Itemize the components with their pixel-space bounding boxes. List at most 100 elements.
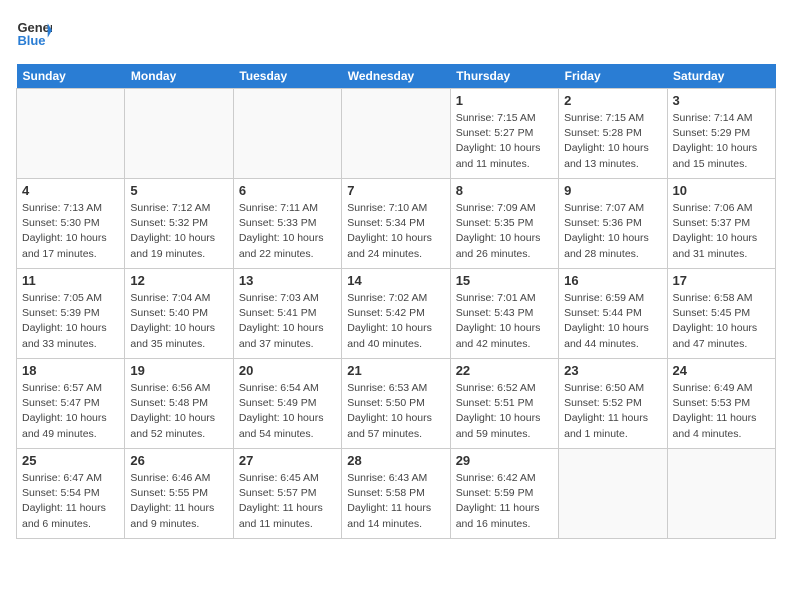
day-number: 23 [564, 363, 661, 378]
day-number: 12 [130, 273, 227, 288]
calendar-cell: 5Sunrise: 7:12 AMSunset: 5:32 PMDaylight… [125, 179, 233, 269]
week-row-1: 1Sunrise: 7:15 AMSunset: 5:27 PMDaylight… [17, 89, 776, 179]
days-of-week-row: SundayMondayTuesdayWednesdayThursdayFrid… [17, 64, 776, 89]
day-info: Sunrise: 7:10 AMSunset: 5:34 PMDaylight:… [347, 201, 444, 262]
day-info: Sunrise: 7:01 AMSunset: 5:43 PMDaylight:… [456, 291, 553, 352]
calendar-cell: 24 Sunrise: 6:49 AMSunset: 5:53 PMDayligh… [667, 359, 775, 449]
day-info: Sunrise: 6:52 AMSunset: 5:51 PMDaylight:… [456, 381, 553, 442]
day-info: Sunrise: 6:56 AMSunset: 5:48 PMDaylight:… [130, 381, 227, 442]
calendar-cell [17, 89, 125, 179]
calendar-cell: 7Sunrise: 7:10 AMSunset: 5:34 PMDaylight… [342, 179, 450, 269]
svg-text:Blue: Blue [17, 33, 45, 48]
day-info: Sunrise: 6:54 AMSunset: 5:49 PMDaylight:… [239, 381, 336, 442]
day-number: 11 [22, 273, 119, 288]
calendar-cell: 13Sunrise: 7:03 AMSunset: 5:41 PMDayligh… [233, 269, 341, 359]
logo: General Blue [16, 16, 52, 52]
calendar-cell: 18 Sunrise: 6:57 AMSunset: 5:47 PMDayligh… [17, 359, 125, 449]
day-info: Sunrise: 6:47 AMSunset: 5:54 PMDaylight:… [22, 471, 119, 532]
day-info: Sunrise: 7:14 AMSunset: 5:29 PMDaylight:… [673, 111, 770, 172]
calendar-cell: 27 Sunrise: 6:45 AMSunset: 5:57 PMDayligh… [233, 449, 341, 539]
dow-wednesday: Wednesday [342, 64, 450, 89]
week-row-3: 11Sunrise: 7:05 AMSunset: 5:39 PMDayligh… [17, 269, 776, 359]
calendar-cell: 12 Sunrise: 7:04 AMSunset: 5:40 PMDayligh… [125, 269, 233, 359]
calendar-cell: 14 Sunrise: 7:02 AMSunset: 5:42 PMDayligh… [342, 269, 450, 359]
calendar-cell: 10 Sunrise: 7:06 AMSunset: 5:37 PMDayligh… [667, 179, 775, 269]
header: General Blue [16, 16, 776, 52]
week-row-4: 18 Sunrise: 6:57 AMSunset: 5:47 PMDayligh… [17, 359, 776, 449]
calendar-body: 1Sunrise: 7:15 AMSunset: 5:27 PMDaylight… [17, 89, 776, 539]
day-number: 18 [22, 363, 119, 378]
day-number: 4 [22, 183, 119, 198]
day-number: 25 [22, 453, 119, 468]
dow-thursday: Thursday [450, 64, 558, 89]
day-number: 22 [456, 363, 553, 378]
calendar-cell [342, 89, 450, 179]
day-number: 5 [130, 183, 227, 198]
dow-tuesday: Tuesday [233, 64, 341, 89]
day-number: 13 [239, 273, 336, 288]
calendar-cell: 1Sunrise: 7:15 AMSunset: 5:27 PMDaylight… [450, 89, 558, 179]
calendar-cell: 26 Sunrise: 6:46 AMSunset: 5:55 PMDayligh… [125, 449, 233, 539]
day-info: Sunrise: 7:11 AMSunset: 5:33 PMDaylight:… [239, 201, 336, 262]
day-number: 19 [130, 363, 227, 378]
calendar-cell: 20 Sunrise: 6:54 AMSunset: 5:49 PMDayligh… [233, 359, 341, 449]
day-info: Sunrise: 7:02 AMSunset: 5:42 PMDaylight:… [347, 291, 444, 352]
calendar-cell: 29Sunrise: 6:42 AMSunset: 5:59 PMDayligh… [450, 449, 558, 539]
day-info: Sunrise: 6:49 AMSunset: 5:53 PMDaylight:… [673, 381, 770, 442]
day-number: 26 [130, 453, 227, 468]
day-info: Sunrise: 7:04 AMSunset: 5:40 PMDaylight:… [130, 291, 227, 352]
day-info: Sunrise: 6:43 AMSunset: 5:58 PMDaylight:… [347, 471, 444, 532]
day-info: Sunrise: 6:59 AMSunset: 5:44 PMDaylight:… [564, 291, 661, 352]
day-number: 10 [673, 183, 770, 198]
calendar-cell: 8Sunrise: 7:09 AMSunset: 5:35 PMDaylight… [450, 179, 558, 269]
day-info: Sunrise: 6:42 AMSunset: 5:59 PMDaylight:… [456, 471, 553, 532]
calendar-table: SundayMondayTuesdayWednesdayThursdayFrid… [16, 64, 776, 539]
dow-friday: Friday [559, 64, 667, 89]
day-info: Sunrise: 6:57 AMSunset: 5:47 PMDaylight:… [22, 381, 119, 442]
week-row-2: 4 Sunrise: 7:13 AMSunset: 5:30 PMDaylight… [17, 179, 776, 269]
day-number: 27 [239, 453, 336, 468]
calendar-cell: 25 Sunrise: 6:47 AMSunset: 5:54 PMDayligh… [17, 449, 125, 539]
day-number: 21 [347, 363, 444, 378]
day-number: 15 [456, 273, 553, 288]
calendar-cell [125, 89, 233, 179]
day-number: 8 [456, 183, 553, 198]
calendar-cell: 3 Sunrise: 7:14 AMSunset: 5:29 PMDaylight… [667, 89, 775, 179]
calendar-cell: 15 Sunrise: 7:01 AMSunset: 5:43 PMDayligh… [450, 269, 558, 359]
calendar-cell: 17 Sunrise: 6:58 AMSunset: 5:45 PMDayligh… [667, 269, 775, 359]
day-number: 6 [239, 183, 336, 198]
calendar-cell: 21 Sunrise: 6:53 AMSunset: 5:50 PMDayligh… [342, 359, 450, 449]
calendar-cell: 23Sunrise: 6:50 AMSunset: 5:52 PMDayligh… [559, 359, 667, 449]
day-info: Sunrise: 7:06 AMSunset: 5:37 PMDaylight:… [673, 201, 770, 262]
calendar-cell: 22 Sunrise: 6:52 AMSunset: 5:51 PMDayligh… [450, 359, 558, 449]
day-number: 3 [673, 93, 770, 108]
day-info: Sunrise: 6:46 AMSunset: 5:55 PMDaylight:… [130, 471, 227, 532]
day-info: Sunrise: 6:53 AMSunset: 5:50 PMDaylight:… [347, 381, 444, 442]
dow-monday: Monday [125, 64, 233, 89]
calendar-cell: 2Sunrise: 7:15 AMSunset: 5:28 PMDaylight… [559, 89, 667, 179]
calendar-cell [667, 449, 775, 539]
day-info: Sunrise: 6:45 AMSunset: 5:57 PMDaylight:… [239, 471, 336, 532]
day-info: Sunrise: 7:07 AMSunset: 5:36 PMDaylight:… [564, 201, 661, 262]
day-number: 9 [564, 183, 661, 198]
dow-sunday: Sunday [17, 64, 125, 89]
dow-saturday: Saturday [667, 64, 775, 89]
calendar-cell: 9 Sunrise: 7:07 AMSunset: 5:36 PMDaylight… [559, 179, 667, 269]
day-number: 17 [673, 273, 770, 288]
day-number: 24 [673, 363, 770, 378]
day-number: 1 [456, 93, 553, 108]
day-number: 14 [347, 273, 444, 288]
day-number: 20 [239, 363, 336, 378]
day-number: 16 [564, 273, 661, 288]
day-number: 2 [564, 93, 661, 108]
day-info: Sunrise: 6:58 AMSunset: 5:45 PMDaylight:… [673, 291, 770, 352]
calendar-cell: 16 Sunrise: 6:59 AMSunset: 5:44 PMDayligh… [559, 269, 667, 359]
calendar-cell: 28 Sunrise: 6:43 AMSunset: 5:58 PMDayligh… [342, 449, 450, 539]
week-row-5: 25 Sunrise: 6:47 AMSunset: 5:54 PMDayligh… [17, 449, 776, 539]
calendar-cell [233, 89, 341, 179]
calendar-cell: 6 Sunrise: 7:11 AMSunset: 5:33 PMDaylight… [233, 179, 341, 269]
logo-icon: General Blue [16, 16, 52, 52]
calendar-cell [559, 449, 667, 539]
day-info: Sunrise: 7:13 AMSunset: 5:30 PMDaylight:… [22, 201, 119, 262]
day-number: 28 [347, 453, 444, 468]
